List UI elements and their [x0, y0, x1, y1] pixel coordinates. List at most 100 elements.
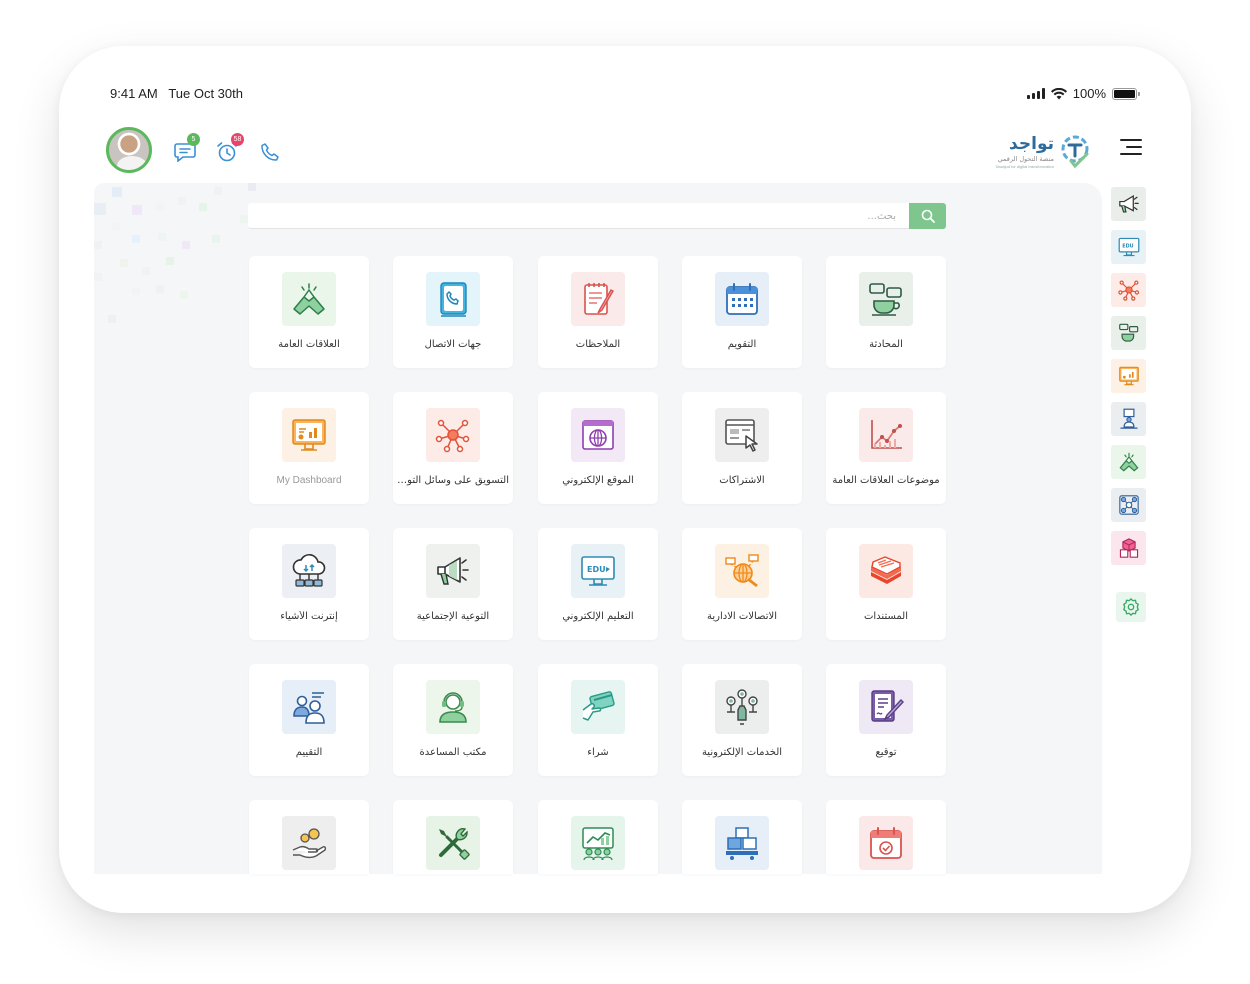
app-tile-signature[interactable]: توقيع: [826, 664, 946, 776]
analytics-team-icon: [582, 827, 614, 861]
network-people-icon: [1118, 495, 1139, 515]
app-tile-pr-topics[interactable]: موضوعات العلاقات العامة: [826, 392, 946, 504]
alarms-badge: 58: [231, 133, 244, 146]
app-tile-public-relations[interactable]: العلاقات العامة: [249, 256, 369, 368]
app-tile-iot[interactable]: إنترنت الأشياء: [249, 528, 369, 640]
status-date: Tue Oct 30th: [168, 86, 243, 101]
tile-label: المستندات: [863, 611, 908, 622]
tools-icon: [439, 828, 470, 860]
decor-square: [94, 241, 102, 249]
handshake-icon: [293, 283, 325, 315]
search-input[interactable]: [248, 203, 908, 229]
brand-logo[interactable]: تواجد منصة التحول الرقمي Tawajud for dig…: [988, 132, 1094, 174]
settings-button[interactable]: [1116, 592, 1146, 622]
app-tile-social-awareness[interactable]: التوعية الإجتماعية: [393, 528, 513, 640]
app-tile-admin-communications[interactable]: الاتصالات الادارية: [682, 528, 802, 640]
tile-icon-box: [571, 680, 625, 734]
status-time: 9:41 AM: [110, 86, 158, 101]
decor-square: [182, 241, 190, 249]
tile-label: جهات الاتصال: [424, 339, 482, 350]
handshake-icon: [1119, 452, 1138, 472]
app-tile-calendar[interactable]: التقويم: [682, 256, 802, 368]
tile-label: توقيع: [875, 747, 897, 758]
tile-label: المحادثة: [869, 339, 903, 350]
app-tile-helpdesk[interactable]: مكتب المساعدة: [393, 664, 513, 776]
messages-badge: 5: [187, 133, 200, 146]
app-tile-contacts[interactable]: جهات الاتصال: [393, 256, 513, 368]
logo-mark-icon: [1061, 135, 1089, 169]
svg-text:EDU: EDU: [587, 565, 606, 574]
tile-icon-box: [426, 544, 480, 598]
network-nodes-icon: [435, 419, 470, 453]
app-tile-social-marketing[interactable]: التسويق على وسائل التواصل الاجتماعي: [393, 392, 513, 504]
edu-monitor-icon: EDU: [1118, 237, 1139, 257]
tile-icon-box: [859, 408, 913, 462]
tile-icon-box: [715, 544, 769, 598]
tile-icon-box: [426, 816, 480, 870]
signature-icon: [871, 690, 904, 722]
network-nodes-icon: [1117, 280, 1139, 301]
tile-icon-box: EDU: [571, 544, 625, 598]
sidebar-item-dashboard[interactable]: [1111, 359, 1146, 393]
phone-icon: [261, 143, 279, 161]
app-tile-documents[interactable]: المستندات: [826, 528, 946, 640]
app-tile-subscriptions[interactable]: الاشتراكات: [682, 392, 802, 504]
app-tile-calendar-check[interactable]: [826, 800, 946, 874]
tile-label: التسويق على وسائل التواصل الاجتماعي: [397, 475, 509, 486]
tile-icon-box: [715, 680, 769, 734]
decor-square: [112, 223, 120, 231]
status-bar-right: 100%: [1026, 86, 1140, 101]
sidebar-item-chat[interactable]: [1111, 316, 1146, 350]
purchase-card-icon: [582, 691, 615, 721]
wifi-icon: [1050, 87, 1067, 99]
decor-square: [199, 203, 207, 211]
search-button[interactable]: [909, 203, 946, 229]
sidebar-item-e-learning[interactable]: EDU: [1111, 230, 1146, 264]
sidebar-item-presenter[interactable]: [1111, 402, 1146, 436]
gear-icon: [1123, 598, 1139, 616]
tile-icon-box: [426, 408, 480, 462]
decor-square: [240, 215, 248, 223]
decor-square: [132, 287, 140, 295]
app-tile-inventory[interactable]: [682, 800, 802, 874]
app-tile-evaluation[interactable]: التقييم: [249, 664, 369, 776]
status-bar-left: 9:41 AM Tue Oct 30th: [110, 86, 243, 101]
tile-label: التقييم: [295, 747, 323, 758]
svg-text:EDU: EDU: [1122, 244, 1133, 250]
app-tile-my-dashboard[interactable]: My Dashboard: [249, 392, 369, 504]
app-tile-website[interactable]: الموقع الإلكتروني: [538, 392, 658, 504]
tile-icon-box: [715, 272, 769, 326]
dashboard-screen-icon: [292, 419, 326, 451]
contacts-book-icon: [440, 282, 467, 317]
app-tile-tools[interactable]: [393, 800, 513, 874]
decor-square: [212, 235, 220, 243]
helpdesk-agent-icon: [439, 692, 467, 723]
call-button[interactable]: [257, 139, 283, 165]
app-tile-analytics[interactable]: [538, 800, 658, 874]
sidebar-item-social-awareness[interactable]: [1111, 187, 1146, 221]
app-tile-e-services[interactable]: الخدمات الإلكترونية: [682, 664, 802, 776]
decor-square: [120, 259, 128, 267]
app-tile-e-learning[interactable]: EDU التعليم الإلكتروني: [538, 528, 658, 640]
e-services-icon: [726, 689, 758, 725]
app-tile-purchase[interactable]: شراء: [538, 664, 658, 776]
sidebar-item-public-relations[interactable]: [1111, 445, 1146, 479]
chat-coffee-icon: [1118, 323, 1138, 342]
app-tile-notes[interactable]: الملاحظات: [538, 256, 658, 368]
menu-button[interactable]: [1120, 139, 1142, 157]
tile-label: الخدمات الإلكترونية: [701, 747, 783, 758]
sidebar-item-network[interactable]: [1111, 488, 1146, 522]
app-tile-chat[interactable]: المحادثة: [826, 256, 946, 368]
app-tile-finance[interactable]: [249, 800, 369, 874]
dashboard-screen-icon: [1118, 366, 1139, 386]
tile-label: التوعية الإجتماعية: [416, 611, 490, 622]
messages-button[interactable]: 5: [172, 133, 200, 165]
alarms-button[interactable]: 58: [214, 133, 244, 165]
sidebar-item-social-marketing[interactable]: [1111, 273, 1146, 307]
chat-coffee-icon: [869, 283, 902, 316]
sidebar-item-boxes[interactable]: [1111, 531, 1146, 565]
logo-title: تواجد: [1009, 134, 1054, 154]
tile-label: الاتصالات الادارية: [707, 611, 777, 622]
subscriptions-icon: [725, 419, 758, 452]
avatar[interactable]: [106, 127, 152, 173]
